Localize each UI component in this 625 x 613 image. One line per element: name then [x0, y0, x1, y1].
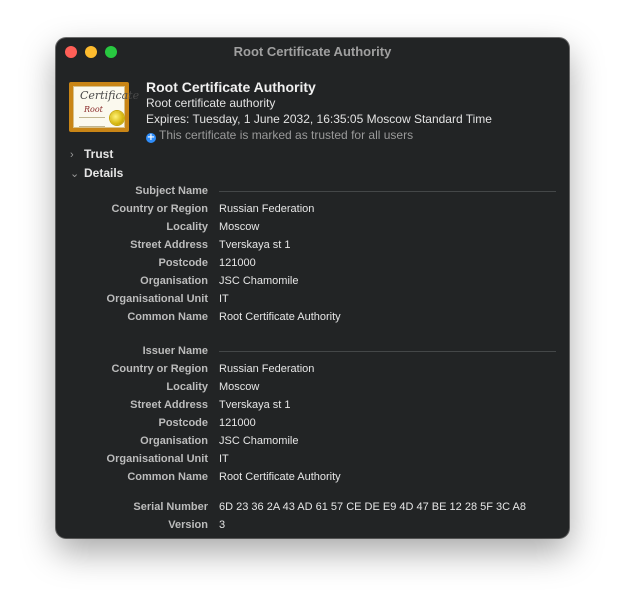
certificate-subtitle: Root certificate authority: [146, 96, 276, 110]
subject-country-label: Country or Region: [111, 203, 208, 215]
certificate-icon-paper: Certificate Root: [73, 86, 139, 128]
subject-common-name-label: Common Name: [127, 311, 208, 323]
subject-org-unit-value: IT: [219, 293, 229, 305]
subject-locality-label: Locality: [166, 221, 208, 233]
subject-organisation-value: JSC Chamomile: [219, 275, 299, 287]
issuer-common-name-label: Common Name: [127, 471, 208, 483]
certificate-icon: Certificate Root: [69, 82, 139, 132]
issuer-organisation-label: Organisation: [140, 435, 208, 447]
trust-status-text: This certificate is marked as trusted fo…: [159, 128, 414, 142]
serial-number-value: 6D 23 36 2A 43 AD 61 57 CE DE E9 4D 47 B…: [219, 501, 526, 513]
issuer-name-heading: Issuer Name: [142, 345, 208, 357]
certificate-name: Root Certificate Authority: [146, 79, 316, 95]
issuer-org-unit-value: IT: [219, 453, 229, 465]
issuer-locality-value: Moscow: [219, 381, 260, 393]
issuer-street-value: Tverskaya st 1: [219, 399, 291, 411]
certificate-icon-subheading: Root: [84, 105, 103, 114]
subject-locality-value: Moscow: [219, 221, 260, 233]
certificate-seal-icon: [110, 111, 124, 125]
chevron-right-icon: ›: [70, 149, 74, 161]
trust-disclosure-label: Trust: [84, 147, 114, 161]
issuer-country-label: Country or Region: [111, 363, 208, 375]
trust-status: + This certificate is marked as trusted f…: [146, 128, 413, 143]
certificate-window: Root Certificate Authority Certificate R…: [56, 38, 569, 538]
serial-number-label: Serial Number: [133, 501, 208, 513]
issuer-street-label: Street Address: [130, 399, 208, 411]
subject-postcode-value: 121000: [219, 257, 256, 269]
issuer-common-name-value: Root Certificate Authority: [219, 471, 341, 483]
title-bar[interactable]: Root Certificate Authority: [56, 38, 569, 65]
subject-country-value: Russian Federation: [219, 203, 315, 215]
issuer-postcode-label: Postcode: [158, 417, 208, 429]
issuer-country-value: Russian Federation: [219, 363, 315, 375]
certificate-icon-lines: [79, 117, 105, 127]
issuer-org-unit-label: Organisational Unit: [106, 453, 208, 465]
subject-street-label: Street Address: [130, 239, 208, 251]
version-value: 3: [219, 519, 226, 531]
subject-name-heading: Subject Name: [135, 185, 208, 197]
details-disclosure[interactable]: ⌄ Details: [70, 166, 123, 180]
trust-disclosure[interactable]: › Trust: [70, 147, 113, 161]
subject-org-unit-label: Organisational Unit: [106, 293, 208, 305]
subject-postcode-label: Postcode: [158, 257, 208, 269]
issuer-name-divider: [219, 351, 556, 352]
trusted-plus-icon: +: [146, 132, 156, 143]
details-disclosure-label: Details: [84, 166, 124, 180]
subject-common-name-value: Root Certificate Authority: [219, 311, 341, 323]
issuer-locality-label: Locality: [166, 381, 208, 393]
issuer-organisation-value: JSC Chamomile: [219, 435, 299, 447]
certificate-expiry: Expires: Tuesday, 1 June 2032, 16:35:05 …: [146, 112, 492, 126]
window-title: Root Certificate Authority: [233, 44, 392, 59]
chevron-down-icon: ⌄: [70, 168, 80, 180]
issuer-postcode-value: 121000: [219, 417, 256, 429]
subject-name-divider: [219, 191, 556, 192]
subject-street-value: Tverskaya st 1: [219, 239, 291, 251]
subject-organisation-label: Organisation: [140, 275, 208, 287]
certificate-icon-heading: Certificate: [80, 89, 140, 102]
version-label: Version: [168, 519, 208, 531]
